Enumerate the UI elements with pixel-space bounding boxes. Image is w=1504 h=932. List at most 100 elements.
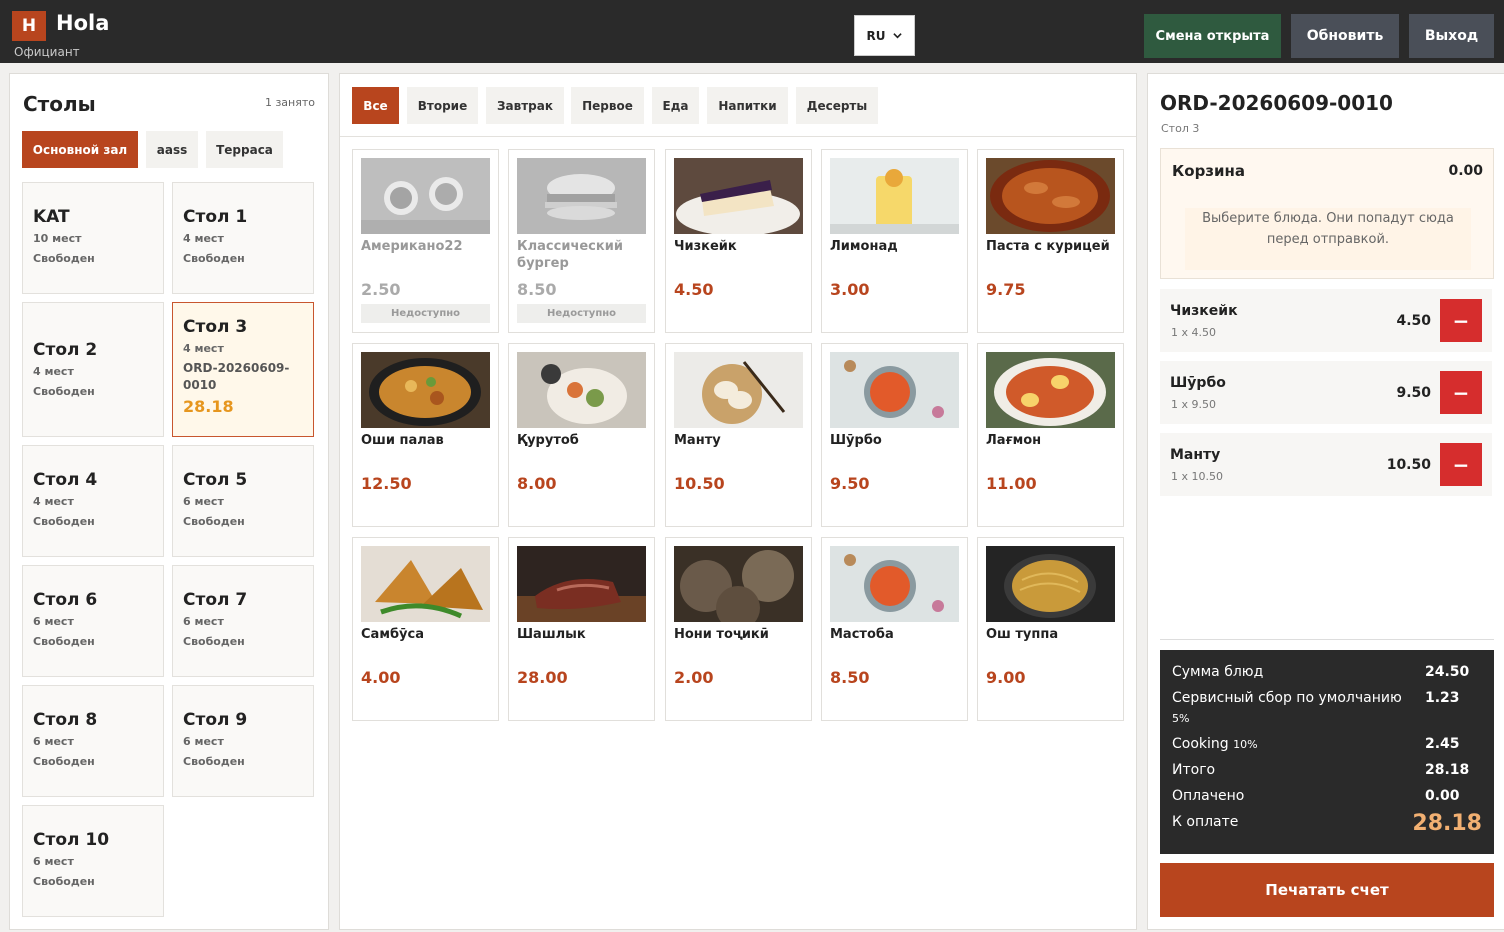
order-item: Чизкейк 1 x 4.50 4.50 − — [1160, 289, 1492, 352]
mantu-image — [674, 352, 803, 428]
table-card[interactable]: Стол 2 4 мест Свободен — [22, 302, 164, 437]
product-card[interactable]: Оши палав 12.50 — [352, 343, 499, 527]
table-card[interactable]: Стол 5 6 мест Свободен — [172, 445, 314, 557]
table-seats: 6 мест — [33, 735, 74, 748]
product-card[interactable]: Мастоба 8.50 — [821, 537, 968, 721]
category-tab-second[interactable]: Вторие — [407, 87, 478, 124]
table-card[interactable]: KAT 10 мест Свободен — [22, 182, 164, 294]
hall-tab-terrace[interactable]: Терраса — [206, 131, 283, 168]
hall-tab-aass[interactable]: aass — [146, 131, 198, 168]
table-card[interactable]: Стол 1 4 мест Свободен — [172, 182, 314, 294]
total-label: Итого — [1172, 762, 1216, 778]
product-name: Классический бургер — [517, 239, 623, 271]
order-item-qty: 1 x 10.50 — [1171, 470, 1223, 483]
product-price: 10.50 — [674, 474, 725, 493]
logo: H — [12, 11, 46, 41]
total-value: 28.18 — [1425, 762, 1470, 778]
table-card[interactable]: Стол 7 6 мест Свободен — [172, 565, 314, 677]
paid-label: Оплачено — [1172, 788, 1245, 804]
table-card[interactable]: Стол 4 4 мест Свободен — [22, 445, 164, 557]
table-status: Свободен — [183, 755, 245, 768]
product-card[interactable]: Манту 10.50 — [665, 343, 812, 527]
table-status: Свободен — [33, 252, 95, 265]
product-name: Нони тоҷикӣ — [674, 627, 769, 642]
cart-title: Корзина — [1172, 162, 1246, 180]
hall-tab-main[interactable]: Основной зал — [22, 131, 138, 168]
order-item-qty: 1 x 9.50 — [1171, 398, 1216, 411]
table-name: Стол 9 — [183, 710, 248, 730]
cooking-value: 2.45 — [1425, 736, 1460, 752]
service-fee-label: Сервисный сбор по умолчанию — [1172, 690, 1402, 706]
table-seats: 6 мест — [33, 855, 74, 868]
table-name: Стол 5 — [183, 470, 248, 490]
category-tab-food[interactable]: Еда — [652, 87, 699, 124]
product-card[interactable]: Ош туппа 9.00 — [977, 537, 1124, 721]
dishes-sum-label: Сумма блюд — [1172, 664, 1264, 680]
table-name: Стол 8 — [33, 710, 98, 730]
category-tab-desserts[interactable]: Десерты — [796, 87, 878, 124]
product-card[interactable]: Қурутоб 8.00 — [508, 343, 655, 527]
dishes-sum-value: 24.50 — [1425, 664, 1470, 680]
table-name: Стол 6 — [33, 590, 98, 610]
order-item-price: 10.50 — [1386, 457, 1431, 473]
paid-value: 0.00 — [1425, 788, 1460, 804]
product-card[interactable]: Нони тоҷикӣ 2.00 — [665, 537, 812, 721]
table-card[interactable]: Стол 9 6 мест Свободен — [172, 685, 314, 797]
product-name: Самбӯса — [361, 627, 424, 642]
product-price: 2.50 — [361, 280, 401, 299]
order-table: Стол 3 — [1161, 122, 1200, 135]
remove-item-button[interactable]: − — [1440, 443, 1482, 486]
product-card[interactable]: Чизкейк 4.50 — [665, 149, 812, 333]
category-tab-first[interactable]: Первое — [571, 87, 644, 124]
category-tab-breakfast[interactable]: Завтрак — [486, 87, 564, 124]
product-card[interactable]: Классический бургер 8.50 Недоступно — [508, 149, 655, 333]
product-card[interactable]: Шӯрбо 9.50 — [821, 343, 968, 527]
product-price: 8.50 — [830, 668, 870, 687]
print-bill-button[interactable]: Печатать счет — [1160, 863, 1494, 917]
table-seats: 6 мест — [183, 735, 224, 748]
product-card[interactable]: Лағмон 11.00 — [977, 343, 1124, 527]
table-name: Стол 1 — [183, 207, 248, 227]
top-bar: H Hola Официант RU Смена открыта Обновит… — [0, 0, 1504, 63]
order-item: Манту 1 x 10.50 10.50 − — [1160, 433, 1492, 496]
language-value: RU — [866, 28, 886, 43]
table-name: Стол 2 — [33, 340, 98, 360]
table-seats: 6 мест — [183, 615, 224, 628]
divider — [340, 136, 1136, 137]
lemonade-image — [830, 158, 959, 234]
category-tab-drinks[interactable]: Напитки — [707, 87, 788, 124]
table-card[interactable]: Стол 10 6 мест Свободен — [22, 805, 164, 917]
order-item-name: Шӯрбо — [1170, 375, 1226, 391]
table-card-selected[interactable]: Стол 3 4 мест ORD-20260609-0010 28.18 — [172, 302, 314, 437]
category-tab-all[interactable]: Все — [352, 87, 399, 124]
table-card[interactable]: Стол 6 6 мест Свободен — [22, 565, 164, 677]
table-status: Свободен — [33, 515, 95, 528]
table-seats: 10 мест — [33, 232, 82, 245]
product-card[interactable]: Самбӯса 4.00 — [352, 537, 499, 721]
table-card[interactable]: Стол 8 6 мест Свободен — [22, 685, 164, 797]
language-select[interactable]: RU — [854, 15, 915, 56]
table-seats: 4 мест — [183, 342, 224, 355]
product-name: Шӯрбо — [830, 433, 882, 448]
remove-item-button[interactable]: − — [1440, 299, 1482, 342]
refresh-button[interactable]: Обновить — [1291, 14, 1399, 58]
product-card[interactable]: Паста с курицей 9.75 — [977, 149, 1124, 333]
table-status: Свободен — [183, 252, 245, 265]
order-item-qty: 1 x 4.50 — [1171, 326, 1216, 339]
remove-item-button[interactable]: − — [1440, 371, 1482, 414]
order-item-price: 4.50 — [1396, 313, 1431, 329]
cooking-label-text: Cooking — [1172, 736, 1229, 752]
exit-button[interactable]: Выход — [1409, 14, 1494, 58]
table-seats: 4 мест — [183, 232, 224, 245]
product-price: 2.00 — [674, 668, 714, 687]
product-price: 9.50 — [830, 474, 870, 493]
due-value: 28.18 — [1412, 811, 1482, 836]
order-id: ORD-20260609-0010 — [1160, 91, 1393, 115]
shift-button[interactable]: Смена открыта — [1144, 14, 1281, 58]
product-price: 12.50 — [361, 474, 412, 493]
product-card[interactable]: Американо22 2.50 Недоступно — [352, 149, 499, 333]
product-card[interactable]: Лимонад 3.00 — [821, 149, 968, 333]
unavailable-badge: Недоступно — [361, 304, 490, 323]
order-item-price: 9.50 — [1396, 385, 1431, 401]
product-card[interactable]: Шашлык 28.00 — [508, 537, 655, 721]
